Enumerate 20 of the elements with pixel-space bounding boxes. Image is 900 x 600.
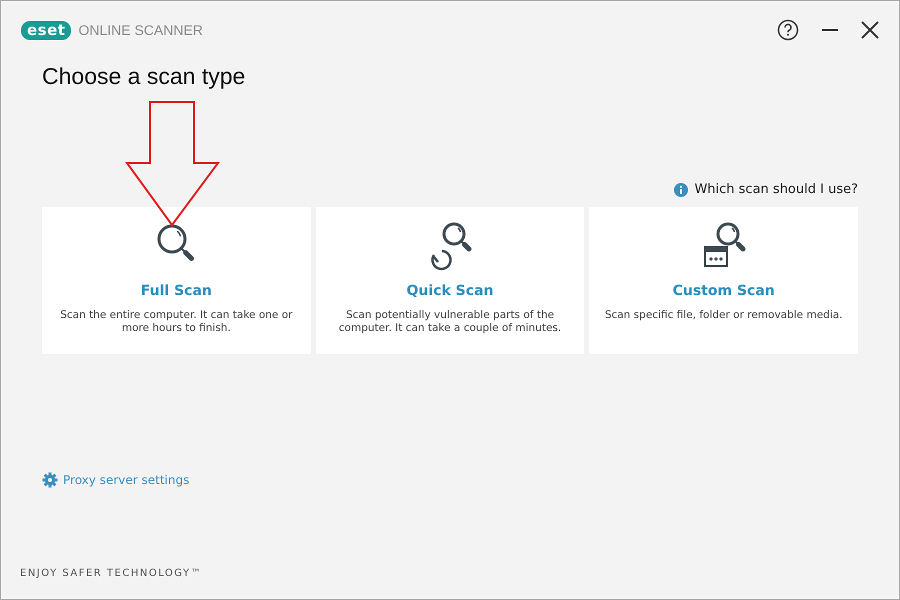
scan-type-card[interactable]: Full Scan Scan the entire computer. It can take one or more hours to finish. xyxy=(42,207,311,354)
scan-name: Full Scan xyxy=(140,283,212,299)
scan-type-card[interactable]: Custom Scan Scan specific file, folder or removable media. xyxy=(589,207,858,354)
scan-name: Quick Scan xyxy=(406,283,494,299)
minimize-button[interactable] xyxy=(821,29,839,31)
scan-description: Scan specific file, folder or removable media. xyxy=(604,309,843,322)
page-title: Choose a scan type xyxy=(42,63,246,90)
scan-description: Scan the entire computer. It can take one or more hours to finish. xyxy=(59,309,294,335)
info-icon xyxy=(674,182,688,196)
close-button[interactable] xyxy=(861,21,879,39)
scan-description: Scan potentially vulnerable parts of the computer. It can take a couple of minutes. xyxy=(338,309,562,335)
logo: eset xyxy=(21,20,72,40)
scan-name: Custom Scan xyxy=(672,283,775,299)
minimize-icon xyxy=(821,29,839,31)
product-name: ONLINE SCANNER xyxy=(78,22,203,38)
help-link[interactable]: Which scan should I use? xyxy=(674,182,858,197)
scan-type-card[interactable]: Quick Scan Scan potentially vulnerable parts of the computer. It can take a couple of minutes. xyxy=(316,207,584,354)
gear-icon xyxy=(42,472,58,488)
help-button[interactable] xyxy=(777,19,799,41)
tagline: ENJOY SAFER TECHNOLOGY™ xyxy=(20,568,202,579)
